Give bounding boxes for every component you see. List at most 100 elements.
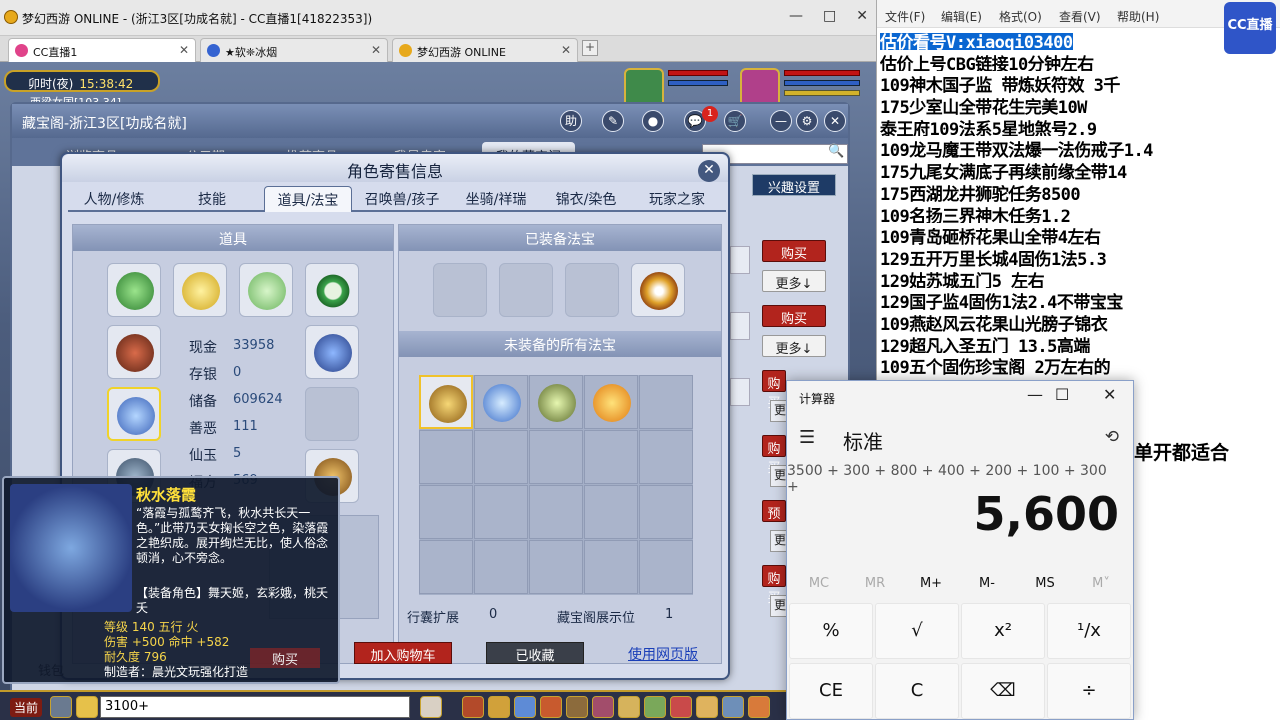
menu-file[interactable]: 文件(F) (885, 8, 925, 25)
dialog-close-button[interactable]: ✕ (698, 160, 720, 182)
treasure-cell[interactable] (584, 430, 638, 484)
treasure-cell[interactable] (529, 375, 583, 429)
notepad-text-area[interactable]: 估价看号V:xiaoqi03400 估价上号CBG链接10分钟左右 109神木国… (880, 28, 1278, 375)
treasure-cell[interactable] (529, 485, 583, 539)
memory-list-button[interactable]: M˅ (1081, 576, 1121, 591)
treasure-cell[interactable] (529, 430, 583, 484)
item-slot-2[interactable] (173, 263, 227, 317)
calc-close-button[interactable]: ✕ (1103, 385, 1116, 404)
share-icon[interactable]: ✎ (602, 110, 624, 132)
item-slot-1[interactable] (107, 263, 161, 317)
ms-button[interactable]: MS (1025, 576, 1065, 591)
hamburger-menu-icon[interactable]: ☰ (799, 427, 815, 448)
m-plus-button[interactable]: M+ (911, 576, 951, 591)
interest-settings-button[interactable]: 兴趣设置 (752, 174, 836, 196)
m-minus-button[interactable]: M- (967, 576, 1007, 591)
task-icon[interactable] (540, 696, 562, 718)
tab-game[interactable]: 梦幻西游 ONLINE ✕ (392, 38, 578, 62)
menu-view[interactable]: 查看(V) (1059, 8, 1101, 25)
treasure-cell[interactable] (419, 540, 473, 594)
treasure-cell[interactable] (584, 540, 638, 594)
tab-pets-children[interactable]: 召唤兽/孩子 (356, 186, 448, 212)
buy-button-5[interactable]: 购买 (762, 565, 786, 606)
clear-key[interactable]: C (875, 663, 959, 719)
treasure-cell[interactable] (474, 485, 528, 539)
system-icon[interactable] (696, 696, 718, 718)
new-tab-button[interactable]: + (582, 40, 598, 56)
minimize-button[interactable]: — (789, 8, 803, 24)
buy-button-4[interactable]: 购买 (762, 435, 786, 476)
history-icon[interactable]: ⟲ (1105, 427, 1119, 447)
treasure-cell[interactable] (474, 375, 528, 429)
item-slot-4[interactable] (305, 263, 359, 317)
treasure-slot-3[interactable] (565, 263, 619, 317)
treasure-cell[interactable] (529, 540, 583, 594)
clear-entry-key[interactable]: CE (789, 663, 873, 719)
treasure-cell[interactable] (639, 375, 693, 429)
treasure-cell[interactable] (584, 375, 638, 429)
friends-icon[interactable] (644, 696, 666, 718)
skill-icon[interactable] (514, 696, 536, 718)
search-icon[interactable]: 🔍 (828, 144, 844, 159)
menu-help[interactable]: 帮助(H) (1117, 8, 1159, 25)
treasure-cell[interactable] (639, 485, 693, 539)
microphone-icon[interactable] (50, 696, 72, 718)
attack-icon[interactable] (462, 696, 484, 718)
guild-icon[interactable] (592, 696, 614, 718)
team-icon[interactable] (566, 696, 588, 718)
close-icon[interactable]: ✕ (824, 110, 846, 132)
buy-button-3[interactable]: 购买 (762, 370, 786, 411)
treasure-slot-2[interactable] (499, 263, 553, 317)
pet-icon[interactable] (420, 696, 442, 718)
equip-slot-accessory[interactable] (305, 325, 359, 379)
minimize-icon[interactable]: — (770, 110, 792, 132)
mc-button[interactable]: MC (799, 576, 839, 591)
tab-user-profile[interactable]: ★软❈冰烟 ✕ (200, 38, 388, 62)
sqrt-key[interactable]: √ (875, 603, 959, 659)
listing-card-2[interactable] (730, 312, 750, 340)
treasure-cell[interactable] (639, 540, 693, 594)
percent-key[interactable]: % (789, 603, 873, 659)
maximize-button[interactable]: □ (823, 8, 836, 24)
tab-character[interactable]: 人物/修炼 (68, 186, 160, 212)
cart-icon[interactable]: 🛒 (724, 110, 746, 132)
trade-icon[interactable] (618, 696, 640, 718)
treasure-slot-4[interactable] (631, 263, 685, 317)
tab-close-icon[interactable]: ✕ (561, 43, 571, 57)
tab-player-home[interactable]: 玩家之家 (632, 186, 722, 212)
reciprocal-key[interactable]: ¹/x (1047, 603, 1131, 659)
equip-slot-weapon[interactable] (107, 325, 161, 379)
divide-key[interactable]: ÷ (1047, 663, 1131, 719)
tab-close-icon[interactable]: ✕ (179, 43, 189, 57)
treasure-slot-1[interactable] (433, 263, 487, 317)
help-icon[interactable]: 助 (560, 110, 582, 132)
treasure-cell[interactable] (419, 485, 473, 539)
treasure-cell[interactable] (419, 375, 473, 429)
activity-icon[interactable] (748, 696, 770, 718)
menu-edit[interactable]: 编辑(E) (941, 8, 982, 25)
favorited-button[interactable]: 已收藏 (486, 642, 584, 664)
more-button-1[interactable]: 更多↓ (762, 270, 826, 292)
equip-slot-empty[interactable] (305, 387, 359, 441)
treasure-cell[interactable] (474, 540, 528, 594)
menu-format[interactable]: 格式(O) (999, 8, 1042, 25)
tab-costumes[interactable]: 锦衣/染色 (544, 186, 628, 212)
mail-icon[interactable] (670, 696, 692, 718)
emoji-icon[interactable] (76, 696, 98, 718)
tooltip-buy-button[interactable]: 购买 (250, 648, 320, 668)
close-button[interactable]: ✕ (856, 8, 868, 24)
preorder-button[interactable]: 预 (762, 500, 786, 522)
treasure-cell[interactable] (584, 485, 638, 539)
bag-icon[interactable] (488, 696, 510, 718)
listing-card-1[interactable] (730, 246, 750, 274)
equip-slot-belt[interactable] (107, 387, 161, 441)
item-slot-3[interactable] (239, 263, 293, 317)
settings-icon[interactable]: ⚙ (796, 110, 818, 132)
more-button-2[interactable]: 更多↓ (762, 335, 826, 357)
treasure-cell[interactable] (639, 430, 693, 484)
current-channel-label[interactable]: 当前 (10, 698, 43, 717)
tab-close-icon[interactable]: ✕ (371, 43, 381, 57)
record-icon[interactable]: ● (642, 110, 664, 132)
square-key[interactable]: x² (961, 603, 1045, 659)
listing-card-3[interactable] (730, 378, 750, 406)
